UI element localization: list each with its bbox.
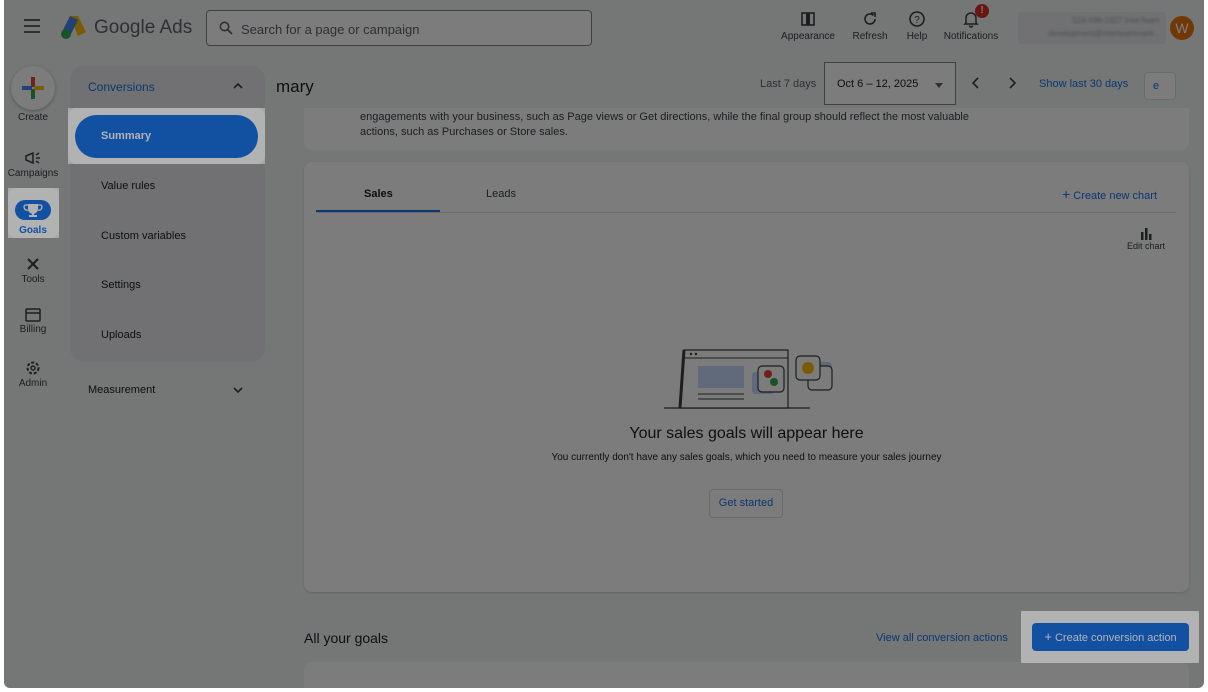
empty-state-subtitle: You currently don't have any sales goals… xyxy=(551,452,942,463)
top-bar: Google Ads Search for a page or campaign… xyxy=(4,0,1204,58)
goals-card xyxy=(304,662,1189,688)
rail-create-label: Create xyxy=(17,112,48,123)
subnav-section-measurement[interactable]: Measurement xyxy=(88,384,155,396)
subnav-summary-label: Summary xyxy=(101,130,152,142)
header-partial-button[interactable]: e xyxy=(1144,72,1176,100)
date-range-value: Oct 6 – 12, 2025 xyxy=(837,78,919,90)
edit-chart-label: Edit chart xyxy=(1126,241,1166,251)
rail-campaigns-label: Campaigns xyxy=(7,168,59,179)
bar-chart-icon xyxy=(1141,228,1152,240)
subnav-item-settings[interactable]: Settings xyxy=(101,279,141,291)
rail-item-goals[interactable] xyxy=(15,200,51,220)
chevron-down-icon[interactable] xyxy=(232,384,244,396)
google-ads-logo-icon xyxy=(61,16,86,39)
account-id: 524-596-1827 InterTeam xyxy=(1072,16,1160,25)
help-label: Help xyxy=(906,31,928,42)
account-email: development@interteammark... xyxy=(1048,29,1160,38)
date-range-picker[interactable]: Oct 6 – 12, 2025 xyxy=(824,62,956,105)
rail-item-admin[interactable]: Admin xyxy=(4,360,62,389)
refresh-label: Refresh xyxy=(852,31,888,42)
refresh-button[interactable]: Refresh xyxy=(850,10,890,42)
get-started-button[interactable]: Get started xyxy=(709,489,783,518)
intro-line-1: engagements with your business, such as … xyxy=(360,111,969,123)
rail-item-tools[interactable]: Tools xyxy=(4,256,62,285)
subnav-item-uploads[interactable]: Uploads xyxy=(101,329,141,341)
help-icon: ? xyxy=(909,11,925,27)
empty-state-illustration xyxy=(664,349,833,409)
create-button[interactable] xyxy=(11,66,55,110)
gear-icon xyxy=(26,361,40,375)
app-window: Google Ads Search for a page or campaign… xyxy=(4,0,1204,688)
create-new-chart-button[interactable]: + Create new chart xyxy=(1062,186,1157,202)
appearance-icon xyxy=(801,12,815,26)
chevron-up-icon[interactable] xyxy=(232,80,244,92)
all-goals-heading: All your goals xyxy=(304,630,389,646)
intro-line-2: actions, such as Purchases or Store sale… xyxy=(360,126,568,138)
intro-text: engagements with your business, such as … xyxy=(360,110,1010,140)
appearance-button[interactable]: Appearance xyxy=(780,10,836,42)
plus-icon: + xyxy=(1044,629,1052,644)
rail-item-billing[interactable]: Billing xyxy=(4,308,62,335)
brand-name: Google Ads xyxy=(94,17,193,38)
search-placeholder: Search for a page or campaign xyxy=(241,22,420,37)
notifications-button[interactable]: ! Notifications xyxy=(942,4,1000,42)
account-switcher[interactable]: 524-596-1827 InterTeam development@inter… xyxy=(1018,12,1166,44)
notification-badge: ! xyxy=(975,4,989,18)
tab-divider xyxy=(316,212,1176,213)
rail-admin-label: Admin xyxy=(18,378,48,389)
tab-sales[interactable]: Sales xyxy=(364,188,393,200)
svg-text:?: ? xyxy=(914,15,920,26)
tab-leads[interactable]: Leads xyxy=(486,188,516,200)
page-title: mary xyxy=(276,77,314,96)
subnav-item-custom-variables[interactable]: Custom variables xyxy=(101,230,186,242)
show-last-30-days-link[interactable]: Show last 30 days xyxy=(1039,78,1128,90)
subnav-section-conversions[interactable]: Conversions xyxy=(88,80,155,94)
plus-icon: + xyxy=(1062,186,1071,202)
tools-icon xyxy=(27,258,39,270)
chevron-right-icon[interactable] xyxy=(1006,76,1018,90)
dropdown-arrow-icon xyxy=(935,83,943,88)
period-label: Last 7 days xyxy=(760,78,817,90)
menu-icon[interactable] xyxy=(24,19,40,33)
help-button[interactable]: ? Help xyxy=(902,10,932,42)
empty-state-title: Your sales goals will appear here xyxy=(629,425,864,442)
rail-billing-label: Billing xyxy=(19,324,47,335)
avatar[interactable]: W xyxy=(1170,16,1194,40)
subnav-item-value-rules[interactable]: Value rules xyxy=(101,180,155,192)
search-icon xyxy=(219,21,233,35)
rail-item-campaigns[interactable]: Campaigns xyxy=(4,150,62,179)
credit-card-icon xyxy=(25,308,41,322)
header-partial-label: e xyxy=(1153,80,1160,92)
plus-icon xyxy=(22,77,44,99)
rail-goals-label: Goals xyxy=(19,225,47,236)
megaphone-icon xyxy=(25,151,40,165)
view-all-conversion-actions-link[interactable]: View all conversion actions xyxy=(876,632,1008,644)
appearance-label: Appearance xyxy=(781,31,835,42)
create-new-chart-label: Create new chart xyxy=(1073,190,1158,202)
create-conversion-action-label: Create conversion action xyxy=(1054,632,1177,644)
chevron-left-icon[interactable] xyxy=(970,76,982,90)
search-input[interactable]: Search for a page or campaign xyxy=(206,10,592,46)
trophy-icon xyxy=(23,204,43,217)
refresh-icon xyxy=(864,12,876,25)
edit-chart-button[interactable]: Edit chart xyxy=(1122,228,1170,251)
rail-tools-label: Tools xyxy=(21,274,45,285)
notifications-label: Notifications xyxy=(943,31,999,42)
create-conversion-action-button[interactable]: + Create conversion action xyxy=(1032,623,1189,651)
active-tab-indicator xyxy=(316,210,440,212)
